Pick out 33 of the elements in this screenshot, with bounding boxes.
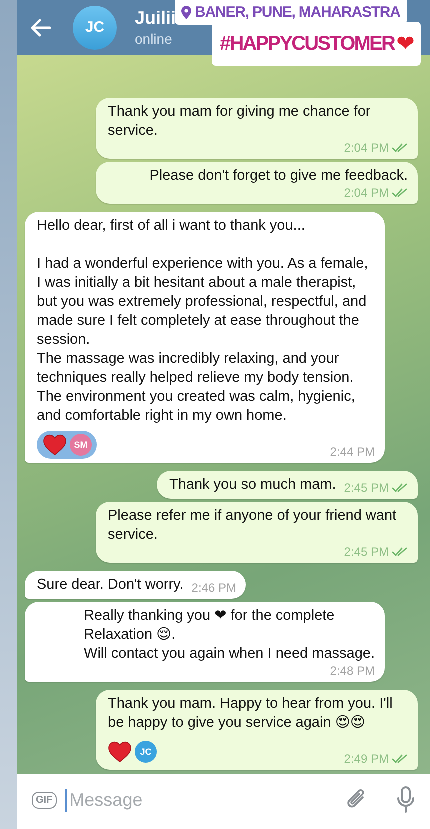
- message-text: Thank you mam for giving me chance for service.: [108, 103, 372, 141]
- reactor-avatar: JC: [135, 741, 157, 763]
- message-time: 2:46 PM: [192, 581, 236, 595]
- reaction-button[interactable]: JC: [108, 738, 162, 766]
- message-input[interactable]: Message: [64, 788, 336, 812]
- heart-emoji: ❤: [396, 31, 415, 57]
- heart-icon: [108, 741, 132, 763]
- message-time: 2:04 PM: [344, 141, 389, 155]
- message-text: Thank you so much mam.: [169, 476, 336, 495]
- message-time: 2:04 PM: [344, 186, 389, 200]
- location-pin-icon: [181, 6, 192, 20]
- contact-name: Juilii: [135, 8, 176, 29]
- back-icon[interactable]: [31, 18, 51, 36]
- message-time: 2:49 PM: [344, 752, 389, 766]
- hashtag-text: #HAPPYCUSTOMER: [220, 32, 395, 56]
- message-text: Really thanking you ❤ for the complete Relaxation 😌. Will contact you again when I need massage.: [84, 607, 375, 664]
- message-text: Thank you mam. Happy to hear from you. I'll be happy to give you service again 😍😍: [108, 695, 394, 733]
- reaction-button[interactable]: SM: [37, 431, 97, 459]
- message-text: Please refer me if anyone of your friend want service.: [108, 507, 398, 545]
- microphone-icon[interactable]: [396, 786, 416, 814]
- gif-button[interactable]: GIF: [32, 792, 57, 808]
- message-text: Sure dear. Don't worry.: [37, 576, 184, 595]
- heart-icon: [43, 434, 67, 456]
- message-time: 2:45 PM: [344, 481, 389, 495]
- message-time: 2:44 PM: [330, 445, 375, 459]
- contact-status: online: [135, 31, 174, 47]
- message-time: 2:48 PM: [330, 664, 375, 678]
- reactor-avatar: SM: [70, 434, 92, 456]
- message-time: 2:45 PM: [344, 545, 389, 559]
- contact-avatar[interactable]: JC: [73, 6, 117, 50]
- message-text: Please don't forget to give me feedback.: [150, 167, 408, 186]
- location-text: BANER, PUNE, MAHARASTRA: [195, 4, 400, 21]
- message-text: Hello dear, first of all i want to thank you... I had a wonderful experience with you. As a female, I was initially a bit hesitant about a male therapist, but you was extremely professional, respectful, and made sure I felt completely at ease throughout the session. The massage was incredibly relaxing, and your techniques really helped relieve my body tension. The environment you created was calm, hygienic, and comfortable right in my own home.: [37, 217, 370, 426]
